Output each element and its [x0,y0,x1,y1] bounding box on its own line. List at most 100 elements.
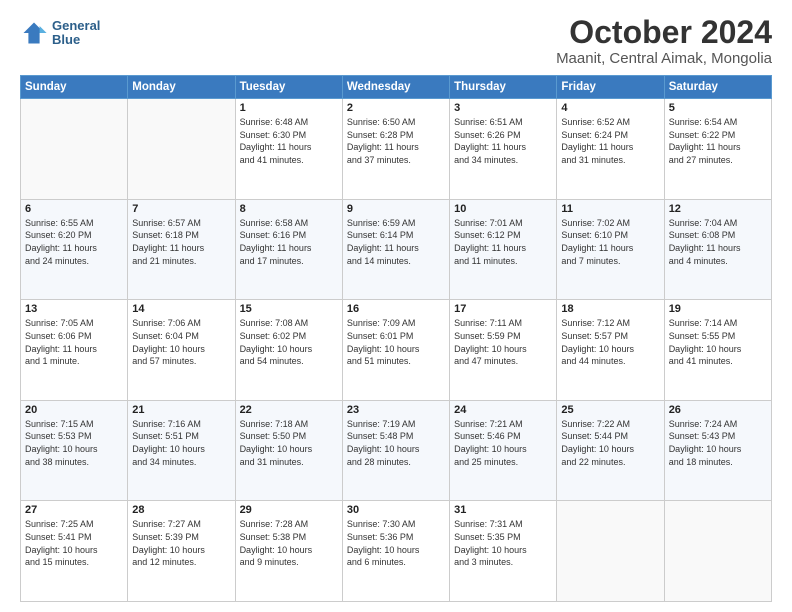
day-number: 17 [454,303,552,315]
calendar-cell: 10Sunrise: 7:01 AM Sunset: 6:12 PM Dayli… [450,199,557,300]
day-detail: Sunrise: 7:22 AM Sunset: 5:44 PM Dayligh… [561,418,659,468]
calendar-cell: 14Sunrise: 7:06 AM Sunset: 6:04 PM Dayli… [128,300,235,401]
col-friday: Friday [557,76,664,99]
calendar-cell: 30 Sunrise: 7:30 AM Sunset: 5:36 PM Dayli… [342,501,449,602]
day-detail: Sunrise: 6:50 AM Sunset: 6:28 PM Dayligh… [347,116,445,166]
logo: General Blue [20,19,100,48]
day-number: 18 [561,303,659,315]
day-number: 16 [347,303,445,315]
calendar-cell: 2 Sunrise: 6:50 AM Sunset: 6:28 PM Daylig… [342,99,449,200]
col-tuesday: Tuesday [235,76,342,99]
day-number: 23 [347,404,445,416]
calendar-cell: 3 Sunrise: 6:51 AM Sunset: 6:26 PM Daylig… [450,99,557,200]
calendar-cell [557,501,664,602]
calendar-cell: 29 Sunrise: 7:28 AM Sunset: 5:38 PM Dayli… [235,501,342,602]
day-number: 13 [25,303,123,315]
day-detail: Sunrise: 7:25 AM Sunset: 5:41 PM Dayligh… [25,518,123,568]
calendar-table: Sunday Monday Tuesday Wednesday Thursday… [20,75,772,602]
calendar-week-3: 13 Sunrise: 7:05 AM Sunset: 6:06 PM Dayli… [21,300,772,401]
day-number: 27 [25,504,123,516]
day-detail: Sunrise: 7:31 AM Sunset: 5:35 PM Dayligh… [454,518,552,568]
day-number: 11 [561,203,659,215]
day-number: 20 [25,404,123,416]
day-number: 26 [669,404,767,416]
day-detail: Sunrise: 7:27 AM Sunset: 5:39 PM Dayligh… [132,518,230,568]
day-number: 1 [240,102,338,114]
day-number: 31 [454,504,552,516]
day-detail: Sunrise: 6:48 AM Sunset: 6:30 PM Dayligh… [240,116,338,166]
calendar-week-2: 6 Sunrise: 6:55 AM Sunset: 6:20 PM Daylig… [21,199,772,300]
page: General Blue October 2024 Maanit, Centra… [0,0,792,612]
day-number: 12 [669,203,767,215]
day-detail: Sunrise: 7:11 AM Sunset: 5:59 PM Dayligh… [454,317,552,367]
day-detail: Sunrise: 7:15 AM Sunset: 5:53 PM Dayligh… [25,418,123,468]
calendar-week-4: 20 Sunrise: 7:15 AM Sunset: 5:53 PM Dayli… [21,400,772,501]
day-number: 21 [132,404,230,416]
calendar-header-row: Sunday Monday Tuesday Wednesday Thursday… [21,76,772,99]
calendar-cell: 23 Sunrise: 7:19 AM Sunset: 5:48 PM Dayli… [342,400,449,501]
day-detail: Sunrise: 6:57 AM Sunset: 6:18 PM Dayligh… [132,217,230,267]
subtitle: Maanit, Central Aimak, Mongolia [556,50,772,67]
calendar-cell: 20 Sunrise: 7:15 AM Sunset: 5:53 PM Dayli… [21,400,128,501]
calendar-cell: 16 Sunrise: 7:09 AM Sunset: 6:01 PM Dayli… [342,300,449,401]
day-detail: Sunrise: 7:21 AM Sunset: 5:46 PM Dayligh… [454,418,552,468]
calendar-cell: 22Sunrise: 7:18 AM Sunset: 5:50 PM Dayli… [235,400,342,501]
day-detail: Sunrise: 7:16 AM Sunset: 5:51 PM Dayligh… [132,418,230,468]
day-number: 25 [561,404,659,416]
calendar-cell: 19Sunrise: 7:14 AM Sunset: 5:55 PM Dayli… [664,300,771,401]
col-wednesday: Wednesday [342,76,449,99]
calendar-cell: 8 Sunrise: 6:58 AM Sunset: 6:16 PM Daylig… [235,199,342,300]
day-detail: Sunrise: 7:04 AM Sunset: 6:08 PM Dayligh… [669,217,767,267]
col-saturday: Saturday [664,76,771,99]
calendar-cell: 7Sunrise: 6:57 AM Sunset: 6:18 PM Daylig… [128,199,235,300]
day-number: 2 [347,102,445,114]
calendar-cell: 24 Sunrise: 7:21 AM Sunset: 5:46 PM Dayli… [450,400,557,501]
day-number: 3 [454,102,552,114]
day-number: 4 [561,102,659,114]
logo-text: General Blue [52,19,100,48]
day-number: 6 [25,203,123,215]
calendar-cell [128,99,235,200]
day-number: 29 [240,504,338,516]
header: General Blue October 2024 Maanit, Centra… [20,15,772,67]
day-detail: Sunrise: 7:08 AM Sunset: 6:02 PM Dayligh… [240,317,338,367]
day-detail: Sunrise: 6:55 AM Sunset: 6:20 PM Dayligh… [25,217,123,267]
day-number: 24 [454,404,552,416]
calendar-cell: 31 Sunrise: 7:31 AM Sunset: 5:35 PM Dayli… [450,501,557,602]
col-sunday: Sunday [21,76,128,99]
calendar-cell: 27 Sunrise: 7:25 AM Sunset: 5:41 PM Dayli… [21,501,128,602]
day-detail: Sunrise: 7:01 AM Sunset: 6:12 PM Dayligh… [454,217,552,267]
calendar-cell: 15 Sunrise: 7:08 AM Sunset: 6:02 PM Dayli… [235,300,342,401]
day-detail: Sunrise: 7:06 AM Sunset: 6:04 PM Dayligh… [132,317,230,367]
day-detail: Sunrise: 7:18 AM Sunset: 5:50 PM Dayligh… [240,418,338,468]
day-number: 5 [669,102,767,114]
day-detail: Sunrise: 6:58 AM Sunset: 6:16 PM Dayligh… [240,217,338,267]
calendar-cell: 26 Sunrise: 7:24 AM Sunset: 5:43 PM Dayli… [664,400,771,501]
calendar-cell: 6 Sunrise: 6:55 AM Sunset: 6:20 PM Daylig… [21,199,128,300]
calendar-cell: 9Sunrise: 6:59 AM Sunset: 6:14 PM Daylig… [342,199,449,300]
day-detail: Sunrise: 7:30 AM Sunset: 5:36 PM Dayligh… [347,518,445,568]
calendar-cell [21,99,128,200]
main-title: October 2024 [556,15,772,50]
day-detail: Sunrise: 7:24 AM Sunset: 5:43 PM Dayligh… [669,418,767,468]
day-number: 28 [132,504,230,516]
day-number: 8 [240,203,338,215]
day-detail: Sunrise: 7:02 AM Sunset: 6:10 PM Dayligh… [561,217,659,267]
day-number: 15 [240,303,338,315]
day-detail: Sunrise: 7:19 AM Sunset: 5:48 PM Dayligh… [347,418,445,468]
day-detail: Sunrise: 6:51 AM Sunset: 6:26 PM Dayligh… [454,116,552,166]
day-detail: Sunrise: 7:14 AM Sunset: 5:55 PM Dayligh… [669,317,767,367]
calendar-cell: 5Sunrise: 6:54 AM Sunset: 6:22 PM Daylig… [664,99,771,200]
calendar-cell: 12 Sunrise: 7:04 AM Sunset: 6:08 PM Dayli… [664,199,771,300]
logo-icon [20,19,48,47]
day-detail: Sunrise: 7:09 AM Sunset: 6:01 PM Dayligh… [347,317,445,367]
day-detail: Sunrise: 7:28 AM Sunset: 5:38 PM Dayligh… [240,518,338,568]
calendar-cell: 18 Sunrise: 7:12 AM Sunset: 5:57 PM Dayli… [557,300,664,401]
day-detail: Sunrise: 7:05 AM Sunset: 6:06 PM Dayligh… [25,317,123,367]
day-number: 30 [347,504,445,516]
logo-line2: Blue [52,33,100,47]
day-detail: Sunrise: 7:12 AM Sunset: 5:57 PM Dayligh… [561,317,659,367]
title-block: October 2024 Maanit, Central Aimak, Mong… [556,15,772,67]
day-detail: Sunrise: 6:59 AM Sunset: 6:14 PM Dayligh… [347,217,445,267]
calendar-cell: 21 Sunrise: 7:16 AM Sunset: 5:51 PM Dayli… [128,400,235,501]
